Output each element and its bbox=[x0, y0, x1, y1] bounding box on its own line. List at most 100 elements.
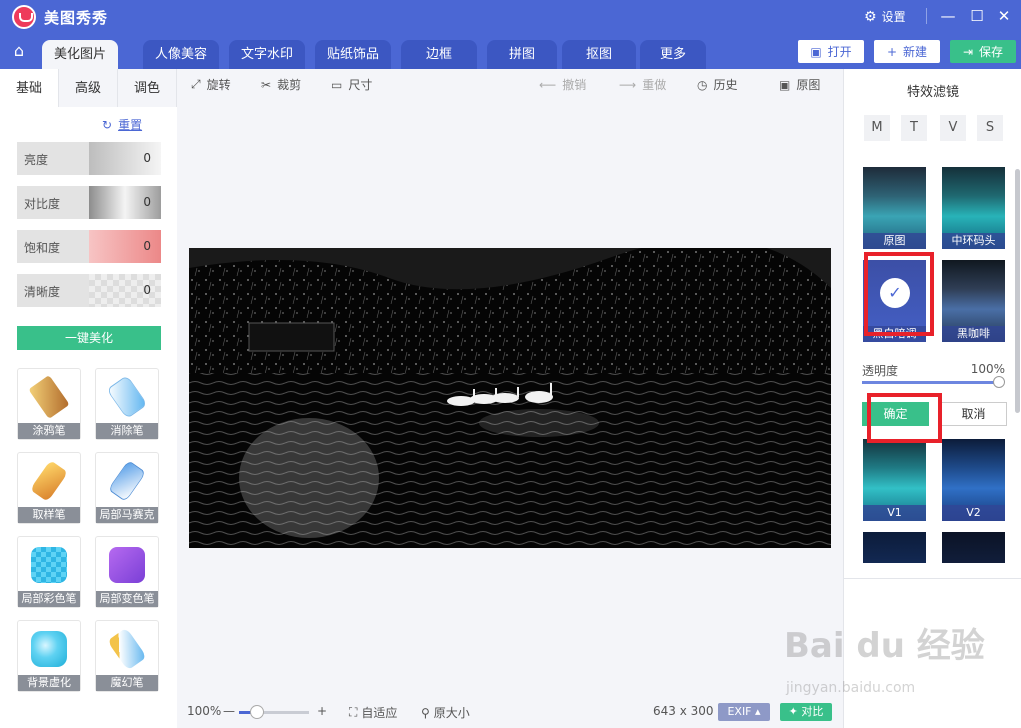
photo-canvas[interactable] bbox=[189, 248, 831, 548]
contrast-slider[interactable]: 对比度 0 bbox=[17, 186, 161, 219]
undo-icon: ↻ bbox=[102, 117, 113, 132]
sparkle-icon: ✦ bbox=[788, 705, 798, 718]
baidu-watermark: Bai du 经验 bbox=[784, 626, 985, 666]
eraser-tool[interactable]: 消除笔 bbox=[95, 368, 159, 440]
saturation-value: 0 bbox=[143, 239, 151, 253]
filter-scrollbar[interactable] bbox=[1015, 169, 1020, 413]
category-t[interactable]: T bbox=[901, 115, 927, 141]
zoom-slider-knob[interactable] bbox=[250, 705, 264, 719]
filter-v1[interactable]: V1 bbox=[863, 439, 926, 521]
opacity-slider-knob[interactable] bbox=[993, 376, 1005, 388]
filter-label: V2 bbox=[942, 505, 1005, 521]
gear-icon: ⚙ bbox=[864, 8, 877, 25]
fit-button[interactable]: ⛶ 自适应 bbox=[349, 704, 397, 721]
tab-collage[interactable]: 拼图 bbox=[487, 40, 557, 69]
rotate-button[interactable]: ⤢ 旋转 bbox=[191, 76, 231, 93]
undo-label: 撤销 bbox=[562, 78, 587, 92]
annotation-box bbox=[864, 252, 934, 336]
background-blur-tool[interactable]: 背景虚化 bbox=[17, 620, 81, 692]
crop-label: 裁剪 bbox=[277, 78, 302, 92]
filter-central-pier[interactable]: 中环码头 bbox=[942, 167, 1005, 249]
compare-label: 对比 bbox=[801, 705, 824, 718]
redo-button[interactable]: ⟶ 重做 bbox=[619, 76, 666, 93]
tab-frames[interactable]: 边框 bbox=[401, 40, 477, 69]
close-button[interactable]: ✕ bbox=[994, 6, 1014, 26]
tab-portrait[interactable]: 人像美容 bbox=[143, 40, 219, 69]
filter-black-coffee[interactable]: 黑咖啡 bbox=[942, 260, 1005, 342]
filter-panel-title: 特效滤镜 bbox=[906, 85, 959, 100]
background-blur-label: 背景虚化 bbox=[18, 675, 80, 691]
clock-icon: ◷ bbox=[697, 77, 708, 92]
exif-label: EXIF bbox=[727, 705, 752, 718]
new-label: 新建 bbox=[903, 45, 928, 59]
minimize-button[interactable]: — bbox=[938, 6, 958, 26]
magic-wand-icon bbox=[107, 627, 147, 671]
brightness-label: 亮度 bbox=[24, 153, 49, 167]
zoom-level: 100% bbox=[187, 704, 222, 718]
tab-text-watermark[interactable]: 文字水印 bbox=[229, 40, 305, 69]
new-button[interactable]: + 新建 bbox=[874, 40, 940, 63]
one-key-beautify-button[interactable]: 一键美化 bbox=[17, 326, 161, 350]
home-icon[interactable]: ⌂ bbox=[8, 41, 30, 63]
filter-v4[interactable] bbox=[942, 532, 1005, 563]
undo-button[interactable]: ⟵ 撤销 bbox=[539, 76, 586, 93]
filter-thumb-image bbox=[863, 532, 926, 563]
zoom-out-button[interactable]: — bbox=[223, 704, 235, 718]
subtab-color[interactable]: 调色 bbox=[118, 69, 177, 107]
sharpness-slider[interactable]: 清晰度 0 bbox=[17, 274, 161, 307]
opacity-slider-track[interactable] bbox=[862, 381, 1000, 384]
zoom-in-button[interactable]: + bbox=[317, 704, 327, 718]
actual-size-button[interactable]: ⚲ 原大小 bbox=[421, 704, 470, 721]
save-button[interactable]: ⇥ 保存 bbox=[950, 40, 1016, 63]
baidu-watermark-url: jingyan.baidu.com bbox=[786, 680, 916, 696]
local-color-pen-tool[interactable]: 局部彩色笔 bbox=[17, 536, 81, 608]
category-v[interactable]: V bbox=[940, 115, 966, 141]
local-recolor-pen-tool[interactable]: 局部变色笔 bbox=[95, 536, 159, 608]
tab-beautify[interactable]: 美化图片 bbox=[42, 40, 118, 69]
scissors-icon: ✂ bbox=[261, 77, 272, 92]
exif-button[interactable]: EXIF ▴ bbox=[718, 703, 770, 721]
doodle-pen-tool[interactable]: 涂鸦笔 bbox=[17, 368, 81, 440]
window-separator bbox=[926, 8, 927, 24]
cancel-button[interactable]: 取消 bbox=[940, 402, 1007, 426]
saturation-slider[interactable]: 饱和度 0 bbox=[17, 230, 161, 263]
left-panel: 基础 高级 调色 ↻ 重置 亮度 0 对比度 0 饱和度 0 清晰度 0 一键美… bbox=[0, 69, 177, 728]
category-s[interactable]: S bbox=[977, 115, 1003, 141]
sampler-pen-tool[interactable]: 取样笔 bbox=[17, 452, 81, 524]
filter-label: 中环码头 bbox=[942, 233, 1005, 249]
filter-v3[interactable] bbox=[863, 532, 926, 563]
open-label: 打开 bbox=[827, 45, 852, 59]
tab-more[interactable]: 更多 bbox=[640, 40, 706, 69]
subtab-basic[interactable]: 基础 bbox=[0, 69, 59, 107]
size-label: 尺寸 bbox=[348, 78, 373, 92]
filter-v2[interactable]: V2 bbox=[942, 439, 1005, 521]
filter-original[interactable]: 原图 bbox=[863, 167, 926, 249]
settings-button[interactable]: ⚙ 设置 bbox=[864, 8, 906, 25]
filter-label: V1 bbox=[863, 505, 926, 521]
maximize-button[interactable]: ☐ bbox=[967, 6, 987, 26]
history-button[interactable]: ◷ 历史 bbox=[697, 76, 738, 93]
tab-stickers[interactable]: 贴纸饰品 bbox=[315, 40, 391, 69]
brightness-slider[interactable]: 亮度 0 bbox=[17, 142, 161, 175]
open-button[interactable]: ▣ 打开 bbox=[798, 40, 864, 63]
magic-pen-tool[interactable]: 魔幻笔 bbox=[95, 620, 159, 692]
subtab-advanced[interactable]: 高级 bbox=[59, 69, 118, 107]
undo-arrow-icon: ⟵ bbox=[539, 77, 557, 92]
sharpness-label: 清晰度 bbox=[24, 285, 61, 299]
brush-icon bbox=[28, 375, 70, 419]
category-m[interactable]: M bbox=[864, 115, 890, 141]
magnifier-icon: ⚲ bbox=[421, 705, 430, 720]
original-label: 原图 bbox=[796, 78, 821, 92]
crop-button[interactable]: ✂ 裁剪 bbox=[261, 76, 301, 93]
picture-icon: ▣ bbox=[779, 77, 791, 92]
sampler-brush-icon bbox=[29, 460, 69, 502]
app-logo bbox=[12, 5, 36, 29]
local-mosaic-tool[interactable]: 局部马赛克 bbox=[95, 452, 159, 524]
reset-button[interactable]: ↻ 重置 bbox=[102, 116, 142, 133]
edit-toolbar: ⤢ 旋转 ✂ 裁剪 ▭ 尺寸 ⟵ 撤销 ⟶ 重做 ◷ 历史 ▣ 原图 bbox=[177, 69, 843, 99]
tab-cutout[interactable]: 抠图 bbox=[562, 40, 636, 69]
compare-button[interactable]: ✦ 对比 bbox=[780, 703, 832, 721]
brightness-value: 0 bbox=[143, 151, 151, 165]
size-button[interactable]: ▭ 尺寸 bbox=[331, 76, 372, 93]
original-button[interactable]: ▣ 原图 bbox=[779, 76, 820, 93]
